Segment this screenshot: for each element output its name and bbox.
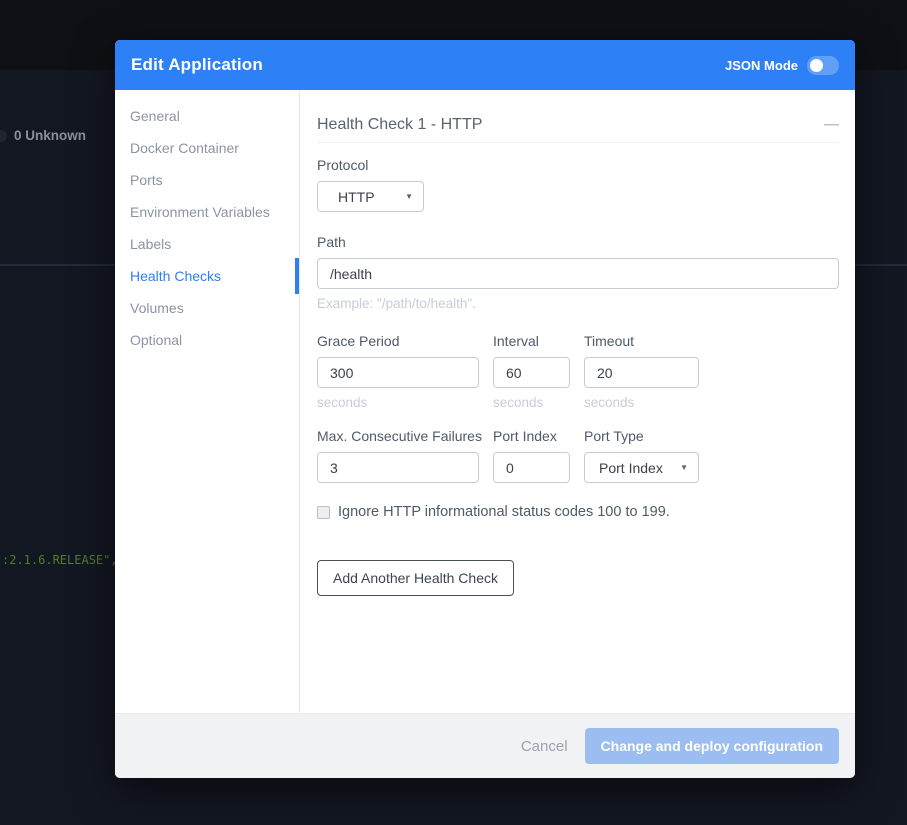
sidebar-item-docker-container[interactable]: Docker Container (115, 132, 299, 164)
grace-period-label: Grace Period (317, 333, 479, 349)
status-dot-icon (0, 130, 7, 142)
unknown-status-count: 0 Unknown (14, 128, 86, 143)
path-input[interactable] (317, 258, 839, 289)
cancel-button[interactable]: Cancel (521, 738, 568, 755)
json-mode-label: JSON Mode (725, 58, 798, 73)
health-check-section-title: Health Check 1 - HTTP (317, 116, 482, 134)
health-checks-panel: Health Check 1 - HTTP — Protocol HTTP ▼ … (300, 90, 855, 713)
timeout-unit: seconds (584, 395, 699, 410)
port-type-label: Port Type (584, 428, 699, 444)
modal-sidebar: General Docker Container Ports Environme… (115, 90, 300, 713)
protocol-label: Protocol (317, 157, 839, 173)
grace-period-input[interactable] (317, 357, 479, 388)
interval-unit: seconds (493, 395, 570, 410)
sidebar-item-environment-variables[interactable]: Environment Variables (115, 196, 299, 228)
add-another-health-check-button[interactable]: Add Another Health Check (317, 560, 514, 596)
json-mode-toggle[interactable] (807, 56, 839, 75)
modal-title: Edit Application (131, 55, 263, 75)
change-and-deploy-button[interactable]: Change and deploy configuration (585, 728, 839, 764)
chevron-down-icon: ▼ (405, 192, 413, 201)
protocol-select-value: HTTP (338, 189, 375, 205)
sidebar-item-health-checks[interactable]: Health Checks (115, 260, 299, 292)
timeout-input[interactable] (584, 357, 699, 388)
port-index-label: Port Index (493, 428, 570, 444)
max-consecutive-failures-input[interactable] (317, 452, 479, 483)
interval-label: Interval (493, 333, 570, 349)
sidebar-item-optional[interactable]: Optional (115, 324, 299, 356)
ignore-informational-codes-row: Ignore HTTP informational status codes 1… (317, 504, 839, 520)
protocol-select[interactable]: HTTP ▼ (317, 181, 424, 212)
chevron-down-icon: ▼ (680, 463, 688, 472)
sidebar-item-ports[interactable]: Ports (115, 164, 299, 196)
sidebar-item-volumes[interactable]: Volumes (115, 292, 299, 324)
interval-input[interactable] (493, 357, 570, 388)
path-label: Path (317, 234, 839, 250)
modal-body: General Docker Container Ports Environme… (115, 90, 855, 713)
port-index-input[interactable] (493, 452, 570, 483)
edit-application-modal: Edit Application JSON Mode General Docke… (115, 40, 855, 778)
port-type-select[interactable]: Port Index ▼ (584, 452, 699, 483)
collapse-section-icon[interactable]: — (824, 120, 839, 130)
modal-header: Edit Application JSON Mode (115, 40, 855, 90)
max-consecutive-failures-label: Max. Consecutive Failures (317, 428, 479, 444)
toggle-knob-icon (810, 59, 823, 72)
modal-footer: Cancel Change and deploy configuration (115, 713, 855, 778)
ignore-informational-codes-checkbox[interactable] (317, 506, 330, 519)
port-type-select-value: Port Index (599, 460, 663, 476)
ignore-informational-codes-label: Ignore HTTP informational status codes 1… (338, 504, 670, 520)
grace-period-unit: seconds (317, 395, 479, 410)
background-code-text: :2.1.6.RELEASE", (2, 553, 118, 567)
path-help-text: Example: "/path/to/health". (317, 296, 839, 311)
health-check-section-header: Health Check 1 - HTTP — (317, 116, 839, 143)
timeout-label: Timeout (584, 333, 699, 349)
sidebar-item-general[interactable]: General (115, 100, 299, 132)
sidebar-item-labels[interactable]: Labels (115, 228, 299, 260)
